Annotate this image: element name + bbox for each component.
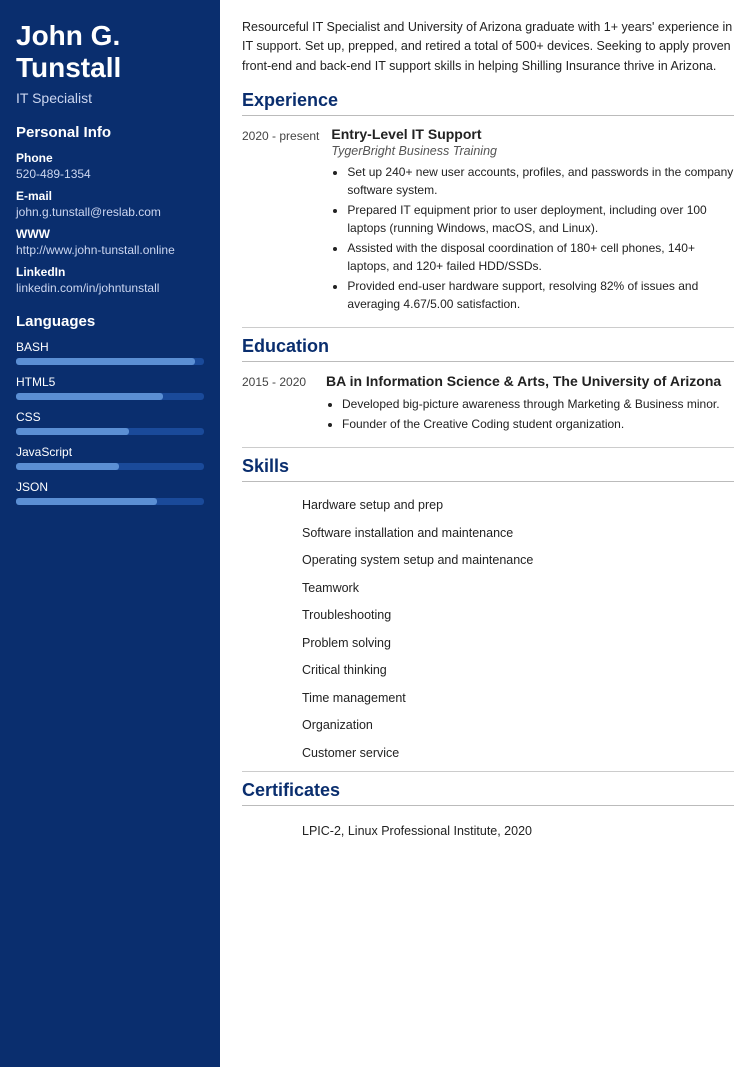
bullet-list: Developed big-picture awareness through … bbox=[326, 395, 734, 433]
linkedin-label: LinkedIn bbox=[16, 265, 204, 279]
language-item: JSON bbox=[16, 480, 204, 505]
bullet-item: Founder of the Creative Coding student o… bbox=[342, 415, 734, 433]
experience-content: Entry-Level IT Support TygerBright Busin… bbox=[331, 126, 734, 315]
language-item: CSS bbox=[16, 410, 204, 435]
skill-item: Organization bbox=[242, 712, 734, 740]
experience-item: 2020 - present Entry-Level IT Support Ty… bbox=[242, 126, 734, 315]
email-label: E-mail bbox=[16, 189, 204, 203]
education-container: 2015 - 2020 BA in Information Science & … bbox=[242, 372, 734, 435]
bullet-list: Set up 240+ new user accounts, profiles,… bbox=[331, 163, 734, 313]
certificate-item: LPIC-2, Linux Professional Institute, 20… bbox=[242, 816, 734, 846]
experience-divider bbox=[242, 327, 734, 328]
languages-container: BASH HTML5 CSS JavaScript JSON bbox=[16, 340, 204, 505]
language-bar-bg bbox=[16, 428, 204, 435]
www-label: WWW bbox=[16, 227, 204, 241]
phone-value: 520-489-1354 bbox=[16, 167, 204, 181]
personal-info-heading: Personal Info bbox=[16, 124, 204, 141]
sidebar: John G. Tunstall IT Specialist Personal … bbox=[0, 0, 220, 1067]
bullet-item: Set up 240+ new user accounts, profiles,… bbox=[347, 163, 734, 199]
language-item: JavaScript bbox=[16, 445, 204, 470]
certificates-heading: Certificates bbox=[242, 780, 734, 806]
language-bar-bg bbox=[16, 393, 204, 400]
skill-item: Critical thinking bbox=[242, 657, 734, 685]
job-title: Entry-Level IT Support bbox=[331, 126, 734, 142]
language-bar-bg bbox=[16, 498, 204, 505]
skills-heading: Skills bbox=[242, 456, 734, 482]
experience-heading: Experience bbox=[242, 90, 734, 116]
language-bar-bg bbox=[16, 463, 204, 470]
candidate-name: John G. Tunstall bbox=[16, 20, 204, 84]
phone-label: Phone bbox=[16, 151, 204, 165]
language-name: JavaScript bbox=[16, 445, 204, 459]
language-bar-fill bbox=[16, 463, 119, 470]
education-degree: BA in Information Science & Arts, The Un… bbox=[326, 372, 734, 391]
language-name: BASH bbox=[16, 340, 204, 354]
skill-item: Troubleshooting bbox=[242, 602, 734, 630]
language-bar-fill bbox=[16, 358, 195, 365]
languages-heading: Languages bbox=[16, 313, 204, 330]
education-content: BA in Information Science & Arts, The Un… bbox=[326, 372, 734, 435]
education-date: 2015 - 2020 bbox=[242, 372, 314, 435]
bullet-item: Developed big-picture awareness through … bbox=[342, 395, 734, 413]
skill-item: Hardware setup and prep bbox=[242, 492, 734, 520]
bullet-item: Provided end-user hardware support, reso… bbox=[347, 277, 734, 313]
language-bar-fill bbox=[16, 393, 163, 400]
bullet-item: Prepared IT equipment prior to user depl… bbox=[347, 201, 734, 237]
skill-item: Teamwork bbox=[242, 575, 734, 603]
language-name: CSS bbox=[16, 410, 204, 424]
skill-item: Software installation and maintenance bbox=[242, 520, 734, 548]
language-bar-fill bbox=[16, 498, 157, 505]
language-bar-bg bbox=[16, 358, 204, 365]
language-item: BASH bbox=[16, 340, 204, 365]
email-value: john.g.tunstall@reslab.com bbox=[16, 205, 204, 219]
experience-date: 2020 - present bbox=[242, 126, 319, 315]
skills-container: Hardware setup and prepSoftware installa… bbox=[242, 492, 734, 767]
skills-divider bbox=[242, 771, 734, 772]
skill-item: Customer service bbox=[242, 740, 734, 768]
language-name: HTML5 bbox=[16, 375, 204, 389]
education-heading: Education bbox=[242, 336, 734, 362]
experience-container: 2020 - present Entry-Level IT Support Ty… bbox=[242, 126, 734, 315]
bullet-item: Assisted with the disposal coordination … bbox=[347, 239, 734, 275]
education-divider bbox=[242, 447, 734, 448]
education-item: 2015 - 2020 BA in Information Science & … bbox=[242, 372, 734, 435]
candidate-title: IT Specialist bbox=[16, 90, 204, 106]
linkedin-value: linkedin.com/in/johntunstall bbox=[16, 281, 204, 295]
company-name: TygerBright Business Training bbox=[331, 144, 734, 158]
skill-item: Problem solving bbox=[242, 630, 734, 658]
resume-container: John G. Tunstall IT Specialist Personal … bbox=[0, 0, 756, 1067]
language-bar-fill bbox=[16, 428, 129, 435]
main-content: Resourceful IT Specialist and University… bbox=[220, 0, 756, 1067]
skill-item: Time management bbox=[242, 685, 734, 713]
certificates-container: LPIC-2, Linux Professional Institute, 20… bbox=[242, 816, 734, 846]
summary-text: Resourceful IT Specialist and University… bbox=[242, 18, 734, 76]
language-name: JSON bbox=[16, 480, 204, 494]
www-value: http://www.john-tunstall.online bbox=[16, 243, 204, 257]
skill-item: Operating system setup and maintenance bbox=[242, 547, 734, 575]
language-item: HTML5 bbox=[16, 375, 204, 400]
